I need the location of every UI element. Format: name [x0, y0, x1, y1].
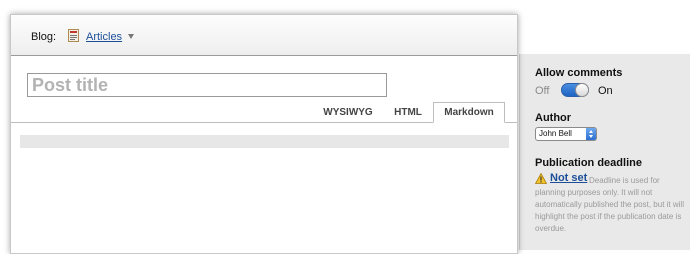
post-title-input[interactable]: [27, 73, 387, 97]
tab-markdown[interactable]: Markdown: [433, 102, 505, 123]
document-icon: [68, 29, 79, 42]
author-title: Author: [535, 112, 572, 124]
editor-header: Blog: Articles: [11, 15, 517, 56]
author-select[interactable]: John Bell: [535, 127, 597, 141]
tab-html[interactable]: HTML: [387, 103, 429, 122]
publication-deadline-title: Publication deadline: [535, 157, 642, 169]
deadline-not-set-link[interactable]: Not set: [550, 172, 587, 184]
allow-comments-title: Allow comments: [535, 67, 623, 79]
post-editor: Blog: Articles WYSIWYG HTML Markdown: [10, 14, 518, 254]
toggle-knob[interactable]: [575, 83, 589, 97]
tab-wysiwyg[interactable]: WYSIWYG: [317, 103, 379, 122]
deadline-note: Deadline is used for planning purposes o…: [535, 176, 684, 233]
comments-on-label: On: [598, 85, 613, 97]
select-arrows-icon[interactable]: [586, 128, 596, 140]
editor-toolbar: [20, 135, 509, 148]
warning-icon: [535, 173, 547, 184]
author-select-value: John Bell: [539, 129, 572, 138]
blog-label: Blog:: [31, 31, 57, 43]
chevron-down-icon[interactable]: [128, 34, 134, 39]
comments-off-label: Off: [535, 85, 550, 97]
comments-toggle[interactable]: [561, 83, 589, 97]
blog-selector-link[interactable]: Articles: [86, 31, 122, 43]
